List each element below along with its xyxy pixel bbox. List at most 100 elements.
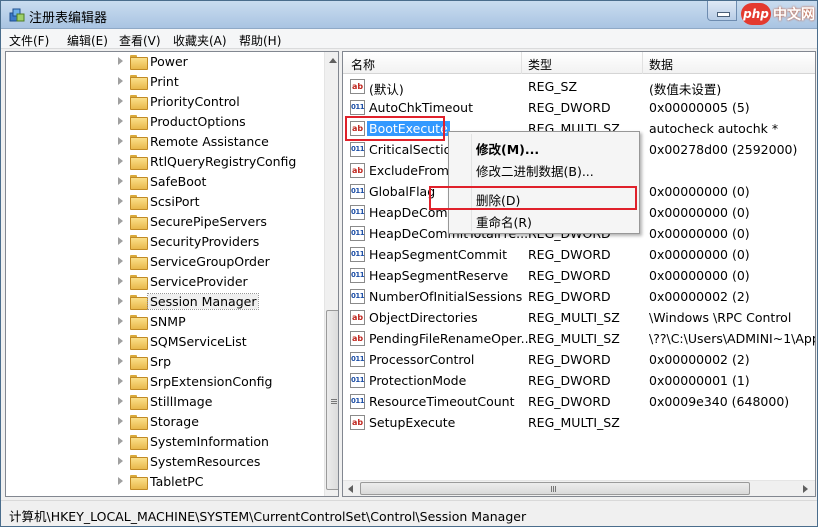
binary-value-icon: 011	[350, 268, 365, 283]
tree-item[interactable]: SafeBoot	[6, 172, 320, 192]
expand-arrow-icon[interactable]	[118, 477, 123, 485]
tree-item[interactable]: ServiceGroupOrder	[6, 252, 320, 272]
expand-arrow-icon[interactable]	[118, 57, 123, 65]
expand-arrow-icon[interactable]	[118, 217, 123, 225]
column-header-name[interactable]: 名称	[351, 56, 375, 73]
tree-item[interactable]: ServiceProvider	[6, 272, 320, 292]
column-header-data[interactable]: 数据	[649, 56, 673, 73]
menu-favorites[interactable]: 收藏夹(A)	[173, 32, 227, 49]
scrollbar-thumb[interactable]	[360, 482, 750, 495]
tree-item[interactable]: Srp	[6, 352, 320, 372]
folder-icon	[130, 255, 148, 270]
menu-view[interactable]: 查看(V)	[119, 32, 161, 49]
folder-icon	[130, 215, 148, 230]
watermark-text: 中文网	[773, 7, 815, 23]
folder-icon	[130, 175, 148, 190]
scroll-up-arrow-icon[interactable]	[329, 58, 337, 63]
binary-value-icon: 011	[350, 142, 365, 157]
list-row[interactable]: ab (默认) REG_SZ (数值未设置)	[343, 76, 815, 97]
expand-arrow-icon[interactable]	[118, 277, 123, 285]
context-rename[interactable]: 重命名(R)	[476, 212, 532, 231]
minimize-button[interactable]	[707, 1, 737, 21]
folder-icon	[130, 475, 148, 490]
tree-item[interactable]: SQMServiceList	[6, 332, 320, 352]
bootexecute-highlight-box	[345, 116, 445, 141]
expand-arrow-icon[interactable]	[118, 357, 123, 365]
menu-file[interactable]: 文件(F)	[9, 32, 49, 49]
folder-icon	[130, 275, 148, 290]
tree-vertical-scrollbar[interactable]	[324, 52, 338, 496]
expand-arrow-icon[interactable]	[118, 417, 123, 425]
title-bar[interactable]: 注册表编辑器 php 中文网	[1, 1, 817, 29]
menu-edit[interactable]: 编辑(E)	[67, 32, 108, 49]
tree-item[interactable]: TabletPC	[6, 472, 320, 492]
scroll-left-arrow-icon[interactable]	[348, 485, 353, 493]
expand-arrow-icon[interactable]	[118, 257, 123, 265]
tree-item[interactable]: Print	[6, 72, 320, 92]
value-list-pane[interactable]: 名称 类型 数据 ab (默认) REG_SZ (数值未设置) 011 AutoChkT…	[342, 51, 816, 497]
tree-item[interactable]: SystemInformation	[6, 432, 320, 452]
expand-arrow-icon[interactable]	[118, 97, 123, 105]
tree-item[interactable]: SystemResources	[6, 452, 320, 472]
expand-arrow-icon[interactable]	[118, 297, 123, 305]
list-row[interactable]: 011 NumberOfInitialSessions REG_DWORD 0x000…	[343, 286, 815, 307]
expand-arrow-icon[interactable]	[118, 177, 123, 185]
tree-item-session-manager[interactable]: Session Manager	[6, 292, 320, 312]
expand-arrow-icon[interactable]	[118, 457, 123, 465]
list-row[interactable]: ab PendingFileRenameOper... REG_MULTI_SZ \?…	[343, 328, 815, 349]
list-row[interactable]: 011 ResourceTimeoutCount REG_DWORD 0x0009e3…	[343, 391, 815, 412]
expand-arrow-icon[interactable]	[118, 437, 123, 445]
folder-icon	[130, 115, 148, 130]
column-header-type[interactable]: 类型	[528, 56, 552, 73]
list-horizontal-scrollbar[interactable]	[343, 480, 815, 496]
list-row[interactable]: ab SetupExecute REG_MULTI_SZ	[343, 412, 815, 433]
folder-icon	[130, 195, 148, 210]
string-value-icon: ab	[350, 79, 365, 94]
expand-arrow-icon[interactable]	[118, 237, 123, 245]
column-divider[interactable]	[642, 52, 643, 74]
list-row[interactable]: ab ObjectDirectories REG_MULTI_SZ \Windows …	[343, 307, 815, 328]
tree-item[interactable]: RtlQueryRegistryConfig	[6, 152, 320, 172]
context-modify-binary[interactable]: 修改二进制数据(B)...	[476, 161, 594, 180]
folder-icon	[130, 395, 148, 410]
expand-arrow-icon[interactable]	[118, 137, 123, 145]
expand-arrow-icon[interactable]	[118, 77, 123, 85]
binary-value-icon: 011	[350, 205, 365, 220]
context-modify[interactable]: 修改(M)...	[476, 139, 539, 158]
list-row[interactable]: 011 HeapSegmentReserve REG_DWORD 0x00000000…	[343, 265, 815, 286]
scrollbar-thumb[interactable]	[326, 310, 338, 490]
tree-item[interactable]: PriorityControl	[6, 92, 320, 112]
watermark-logo: php	[741, 3, 771, 25]
scroll-right-arrow-icon[interactable]	[803, 485, 808, 493]
tree-item[interactable]: Power	[6, 52, 320, 72]
expand-arrow-icon[interactable]	[118, 117, 123, 125]
expand-arrow-icon[interactable]	[118, 317, 123, 325]
grip-icon	[551, 486, 552, 492]
expand-arrow-icon[interactable]	[118, 197, 123, 205]
folder-icon	[130, 455, 148, 470]
grip-icon	[331, 399, 337, 400]
folder-icon	[130, 415, 148, 430]
tree-item[interactable]: ScsiPort	[6, 192, 320, 212]
tree-item[interactable]: Storage	[6, 412, 320, 432]
tree-item[interactable]: StillImage	[6, 392, 320, 412]
column-divider[interactable]	[521, 52, 522, 74]
tree-item[interactable]: SecurePipeServers	[6, 212, 320, 232]
expand-arrow-icon[interactable]	[118, 157, 123, 165]
key-tree-pane[interactable]: Power Print PriorityControl ProductOptio…	[5, 51, 339, 497]
list-row[interactable]: 011 ProcessorControl REG_DWORD 0x00000002 (…	[343, 349, 815, 370]
expand-arrow-icon[interactable]	[118, 377, 123, 385]
tree-item[interactable]: SecurityProviders	[6, 232, 320, 252]
tree-item[interactable]: SNMP	[6, 312, 320, 332]
folder-icon	[130, 55, 148, 70]
tree-item[interactable]: Remote Assistance	[6, 132, 320, 152]
folder-icon	[130, 75, 148, 90]
tree-item[interactable]: SrpExtensionConfig	[6, 372, 320, 392]
expand-arrow-icon[interactable]	[118, 337, 123, 345]
list-row[interactable]: 011 AutoChkTimeout REG_DWORD 0x00000005 (5)	[343, 97, 815, 118]
menu-help[interactable]: 帮助(H)	[239, 32, 281, 49]
list-row[interactable]: 011 HeapSegmentCommit REG_DWORD 0x00000000 …	[343, 244, 815, 265]
expand-arrow-icon[interactable]	[118, 397, 123, 405]
tree-item[interactable]: ProductOptions	[6, 112, 320, 132]
list-row[interactable]: 011 ProtectionMode REG_DWORD 0x00000001 (1)	[343, 370, 815, 391]
